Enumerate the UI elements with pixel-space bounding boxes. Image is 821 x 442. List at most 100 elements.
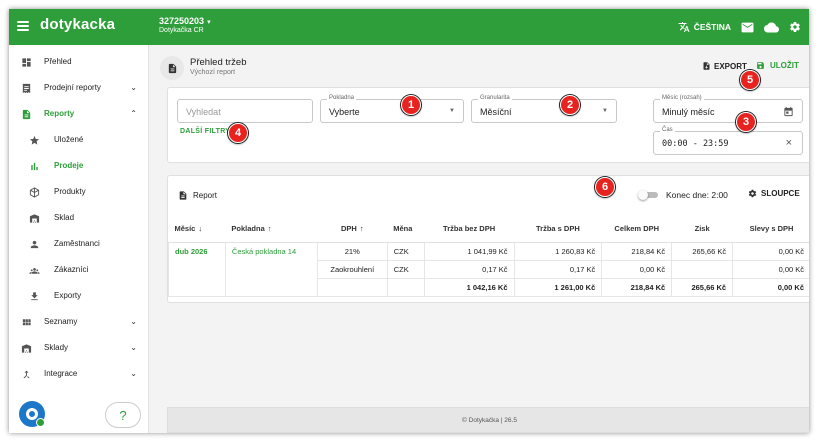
column-header-profit[interactable]: Zisk — [671, 216, 733, 243]
sidebar-item-prodejni-reporty[interactable]: Prodejní reporty ⌄ — [9, 75, 149, 101]
mail-icon[interactable] — [741, 22, 754, 33]
table-header-row: Měsíc ↓ Pokladna ↑ DPH ↑ Měna Tržba bez DPH… — [168, 216, 809, 243]
language-selector[interactable]: ČEŠTINA — [678, 21, 731, 33]
table-row: dub 2026 Česká pokladna 14 21% CZK 1 041… — [168, 241, 809, 297]
columns-button[interactable]: SLOUPCE — [748, 189, 800, 198]
language-label: ČEŠTINA — [693, 22, 731, 32]
callout-badge-4: 4 — [228, 123, 248, 143]
warehouse-icon — [21, 344, 32, 353]
save-button[interactable]: ULOŽIT — [756, 61, 799, 70]
chevron-down-icon: ⌄ — [130, 343, 137, 352]
net-cell: 1 041,99 Kč — [423, 241, 515, 261]
gross-cell: 0,17 Kč — [513, 259, 603, 279]
clear-icon[interactable]: × — [786, 137, 792, 149]
gear-icon[interactable] — [789, 21, 801, 33]
cloud-icon[interactable] — [764, 22, 779, 33]
chevron-down-icon: ▾ — [207, 19, 211, 26]
ring-icon — [26, 408, 38, 420]
callout-badge-2: 2 — [560, 95, 580, 115]
sidebar-item-label: Sklady — [44, 343, 69, 352]
register-select[interactable]: Pokladna Vyberte ▼ — [320, 95, 464, 123]
month-value: Minulý měsíc — [662, 107, 715, 117]
sidebar-item-label: Prodeje — [54, 161, 84, 170]
sidebar-item-reporty[interactable]: Reporty ⌃ — [9, 101, 149, 127]
document-icon — [160, 56, 184, 80]
columns-label: SLOUPCE — [761, 189, 800, 198]
merge-icon — [23, 370, 30, 379]
vat-cell: Zaokrouhlení — [316, 259, 388, 279]
sidebar-item-sklad[interactable]: Sklad — [9, 205, 149, 231]
total-profit-cell: 265,66 Kč — [671, 277, 734, 297]
sidebar-item-label: Přehled — [44, 57, 72, 66]
receipt-icon — [22, 83, 31, 94]
arrow-up-icon: ↑ — [267, 224, 272, 234]
gear-icon — [748, 189, 757, 198]
register-label: Pokladna — [327, 95, 357, 101]
profit-cell: 265,66 Kč — [671, 241, 734, 261]
sidebar-item-sklady[interactable]: Sklady ⌄ — [9, 335, 149, 361]
report-panel: Report Konec dne: 2:00 SLOUPCE Měsíc ↓ P… — [167, 175, 809, 303]
export-button[interactable]: EXPORT — [702, 61, 747, 71]
month-cell[interactable]: dub 2026 — [168, 241, 226, 297]
calendar-icon[interactable] — [783, 106, 794, 117]
sidebar-item-exporty[interactable]: Exporty — [9, 283, 149, 309]
more-filters-button[interactable]: DALŠÍ FILTRY — [180, 128, 230, 135]
top-bar: dotykacka 327250203 ▾ Dotykačka CR ČEŠTIN… — [9, 9, 809, 45]
currency-cell: CZK — [386, 259, 425, 279]
report-title: Report — [193, 191, 218, 200]
month-label: Měsíc (rozsah) — [660, 95, 704, 101]
callout-badge-1: 1 — [401, 95, 421, 115]
export-label: EXPORT — [714, 61, 747, 71]
register-cell[interactable]: Česká pokladna 14 — [224, 241, 318, 297]
column-header-register[interactable]: Pokladna ↑ — [225, 216, 318, 243]
menu-icon[interactable] — [17, 21, 29, 31]
end-of-day-toggle[interactable] — [638, 190, 660, 200]
company-switcher[interactable]: 327250203 ▾ Dotykačka CR — [159, 16, 211, 34]
column-header-month[interactable]: Měsíc ↓ — [168, 216, 226, 243]
callout-badge-5: 5 — [740, 70, 760, 90]
report-header: Report — [178, 190, 217, 201]
column-header-net[interactable]: Tržba bez DPH — [424, 216, 514, 243]
time-value: 00:00 - 23:59 — [662, 139, 729, 149]
sidebar-item-zakaznici[interactable]: Zákazníci — [9, 257, 149, 283]
sidebar-item-integrace[interactable]: Integrace ⌄ — [9, 361, 149, 387]
empty-cell — [316, 277, 388, 297]
page-title: Přehled tržeb — [190, 57, 247, 68]
sidebar-item-label: Uložené — [54, 135, 84, 144]
document-icon — [179, 191, 187, 200]
month-range-picker[interactable]: Měsíc (rozsah) Minulý měsíc — [653, 95, 803, 123]
granularity-select[interactable]: Granularita Měsíční ▼ — [471, 95, 617, 123]
page-footer: © Dotykačka | 26.5 — [167, 407, 809, 433]
dashboard-icon — [22, 58, 31, 67]
column-header-vat[interactable]: DPH ↑ — [317, 216, 388, 243]
sidebar-item-prehled[interactable]: Přehled — [9, 49, 149, 75]
translate-icon — [678, 22, 690, 32]
grid-icon — [22, 319, 31, 326]
report-icon — [22, 109, 31, 120]
sidebar-item-seznamy[interactable]: Seznamy ⌄ — [9, 309, 149, 335]
vat-total-cell: 0,00 Kč — [601, 259, 673, 279]
search-placeholder: Vyhledat — [186, 107, 221, 117]
sidebar-item-zamestnanci[interactable]: Zaměstnanci — [9, 231, 149, 257]
time-range-input[interactable]: Čas 00:00 - 23:59 × — [653, 127, 803, 155]
search-input[interactable]: Vyhledat — [177, 99, 313, 123]
sidebar-item-ulozene[interactable]: Uložené — [9, 127, 149, 153]
granularity-value: Měsíční — [480, 107, 512, 117]
column-header-vat-total[interactable]: Celkem DPH — [601, 216, 672, 243]
empty-cell — [386, 277, 425, 297]
column-header-discount[interactable]: Slevy s DPH — [732, 216, 809, 243]
total-vat-cell: 218,84 Kč — [601, 277, 673, 297]
sidebar-item-label: Integrace — [44, 369, 78, 378]
file-download-icon — [703, 62, 710, 70]
sidebar-item-produkty[interactable]: Produkty — [9, 179, 149, 205]
support-logo-button[interactable] — [19, 401, 45, 427]
sidebar-item-label: Zákazníci — [54, 265, 89, 274]
column-header-currency[interactable]: Měna — [387, 216, 425, 243]
sidebar-item-label: Produkty — [54, 187, 86, 196]
dropdown-arrow-icon: ▼ — [449, 108, 455, 114]
page-header: Přehled tržeb Výchozí report EXPORT ULOŽ… — [158, 53, 803, 89]
download-icon — [31, 292, 38, 301]
column-header-gross[interactable]: Tržba s DPH — [514, 216, 602, 243]
sidebar-item-prodeje[interactable]: Prodeje — [9, 153, 149, 179]
help-button[interactable]: ? — [105, 402, 141, 428]
